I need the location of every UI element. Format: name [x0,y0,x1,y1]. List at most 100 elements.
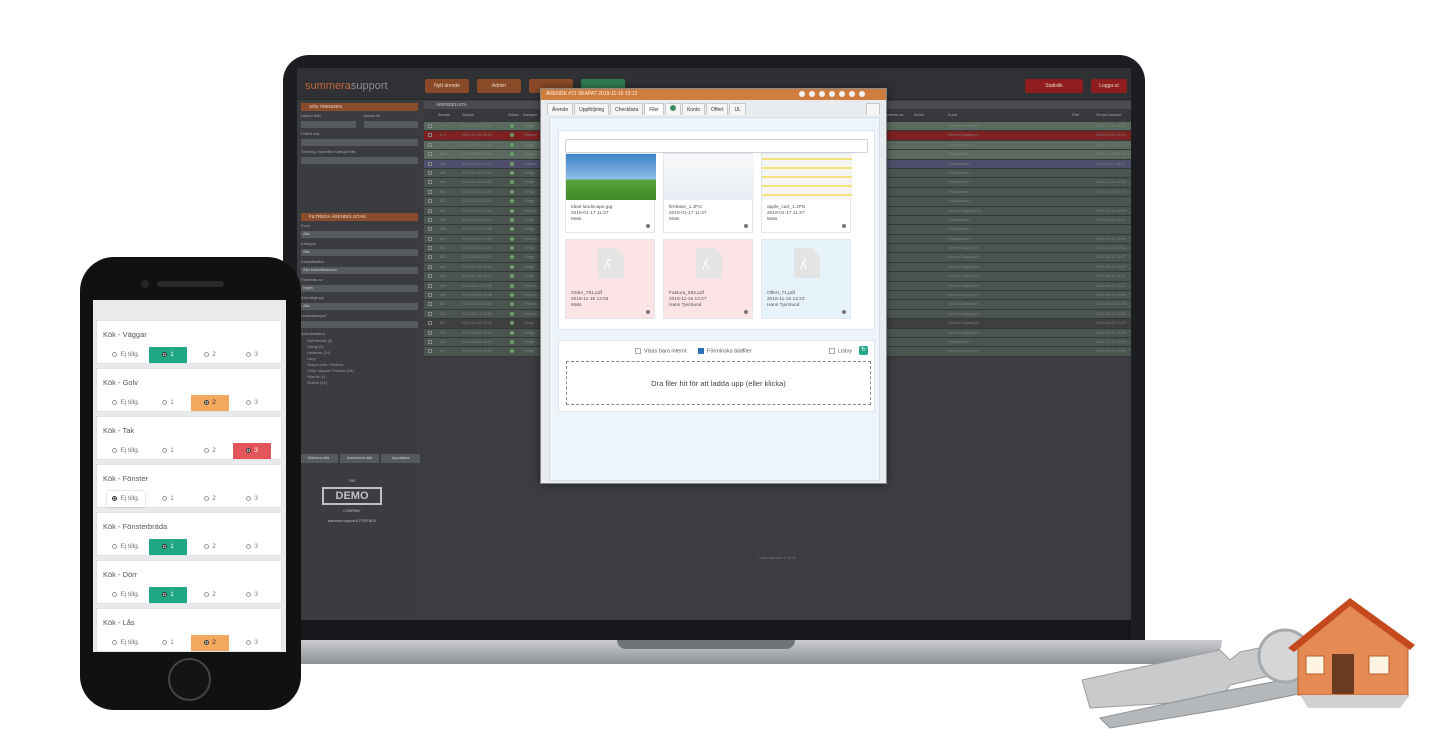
row-checkbox[interactable] [428,246,432,251]
tab-extra[interactable] [866,103,880,115]
rating-option[interactable]: Ej tillg. [107,587,145,603]
rating-option[interactable]: 3 [233,635,271,651]
rating-option[interactable]: Ej tillg. [107,395,145,411]
rating-option[interactable]: 1 [149,539,187,555]
rating-option[interactable]: Ej tillg. [107,491,145,507]
file-card[interactable]: ideal-landscape.jpg 2019-01-17 11:37 Mats [565,153,656,233]
search-icon[interactable] [809,91,815,97]
sync-icon[interactable]: ↻ [859,346,868,355]
file-menu-icon[interactable] [744,224,748,228]
row-checkbox[interactable] [428,227,432,232]
rating-option[interactable]: 2 [191,347,229,363]
rating-option[interactable]: Ej tillg. [107,539,145,555]
col-amne[interactable]: Ämne [914,113,924,117]
klass-select[interactable]: Alla klassifikationer [301,267,418,274]
rating-option[interactable]: Ej tillg. [107,347,145,363]
info-icon[interactable] [839,91,845,97]
group-select[interactable]: Alla [301,303,418,310]
admin-button[interactable]: Admin [477,79,521,93]
checkbox-thumbs[interactable] [698,348,704,354]
category-search-select[interactable] [301,157,418,164]
row-checkbox[interactable] [428,330,432,335]
phone-home-button[interactable] [168,658,211,701]
kund-select[interactable]: Alla [301,231,418,238]
rating-option[interactable]: 1 [149,635,187,651]
file-menu-icon[interactable] [842,310,846,314]
col-skapat[interactable]: Skapat [462,113,474,117]
legend-item[interactable]: Slutfört (21) [297,380,422,386]
file-card[interactable]: ʎ Faktura_552.pdf 2019-11-15 13:27 Hans Tje… [663,239,753,319]
tab-globe[interactable] [664,103,681,115]
row-checkbox[interactable] [428,293,432,298]
rating-option[interactable]: Ej tillg. [107,635,145,651]
row-checkbox[interactable] [428,255,432,260]
row-checkbox[interactable] [428,283,432,288]
row-checkbox[interactable] [428,124,432,128]
row-checkbox[interactable] [428,264,432,269]
option-internal[interactable]: Visas bara internt [635,348,687,354]
print-icon[interactable] [819,91,825,97]
checkbox-list[interactable] [829,348,835,354]
tab-filer[interactable]: Filer [644,103,664,115]
file-card[interactable]: firebase_1.JPG 2019-01-17 11:37 Mats [663,153,754,233]
tab-offert[interactable]: Offert [706,103,729,115]
row-checkbox[interactable] [428,189,432,194]
rating-option[interactable]: 2 [191,395,229,411]
rating-option[interactable]: 1 [149,395,187,411]
file-menu-icon[interactable] [646,310,650,314]
row-checkbox[interactable] [428,349,432,354]
copy-icon[interactable] [859,91,865,97]
rating-option[interactable]: Ej tillg. [107,443,145,459]
row-checkbox[interactable] [428,199,432,204]
new-ticket-button[interactable]: Nytt ärende [425,79,469,93]
window-icon[interactable] [799,91,805,97]
row-checkbox[interactable] [428,339,432,344]
option-thumbs[interactable]: Förminska bildfiler [698,348,752,354]
row-checkbox[interactable] [428,274,432,279]
row-checkbox[interactable] [428,217,432,222]
update-button[interactable]: Uppdatera [381,454,420,463]
app-logo[interactable]: summerasupport [305,80,388,92]
col-kategori[interactable]: Kategori [523,113,537,117]
rating-option[interactable]: 2 [191,587,229,603]
col-filer[interactable]: Filer [1072,113,1079,117]
rating-option[interactable]: 3 [233,347,271,363]
rating-option[interactable]: 3 [233,539,271,555]
col-arende[interactable]: Ärende [438,113,450,117]
tab-ul[interactable]: UL [729,103,746,115]
refresh-icon[interactable] [829,91,835,97]
file-card[interactable]: ʎ Offert_71.pdf 2019-11-15 13:23 Hans Tjern… [761,239,851,319]
handled-select[interactable]: Ingen [301,285,418,292]
tab-konto[interactable]: Konto [681,103,706,115]
statistics-button[interactable]: Statistik [1025,79,1083,93]
col-kund[interactable]: Kund [948,113,957,117]
close-icon[interactable] [849,91,855,97]
row-checkbox[interactable] [428,302,432,307]
rating-option[interactable]: 1 [149,587,187,603]
free-text-input[interactable] [301,139,418,146]
row-checkbox[interactable] [428,180,432,185]
col-status[interactable]: Status [508,113,519,117]
file-menu-icon[interactable] [842,224,846,228]
rating-option[interactable]: 3 [233,587,271,603]
file-menu-icon[interactable] [744,310,748,314]
sub-select[interactable] [301,321,418,328]
tab-arende[interactable]: Ärende [547,103,574,115]
col-senast[interactable]: Senast ändrad [1096,113,1121,117]
row-checkbox[interactable] [428,142,432,147]
file-dropzone[interactable]: Dra filer hit för att ladda upp (eller k… [566,361,871,405]
rating-option[interactable]: 3 [233,395,271,411]
rating-option[interactable]: 1 [149,347,187,363]
option-list[interactable]: Listvy [829,348,852,354]
row-checkbox[interactable] [428,311,432,316]
rating-option[interactable]: 2 [191,635,229,651]
row-checkbox[interactable] [428,133,432,138]
rating-option[interactable]: 3 [233,443,271,459]
checkbox-internal[interactable] [635,348,641,354]
row-checkbox[interactable] [428,208,432,213]
row-checkbox[interactable] [428,152,432,157]
row-checkbox[interactable] [428,170,432,175]
row-checkbox[interactable] [428,236,432,241]
rating-option[interactable]: 1 [149,491,187,507]
date-to-input[interactable] [363,121,418,128]
